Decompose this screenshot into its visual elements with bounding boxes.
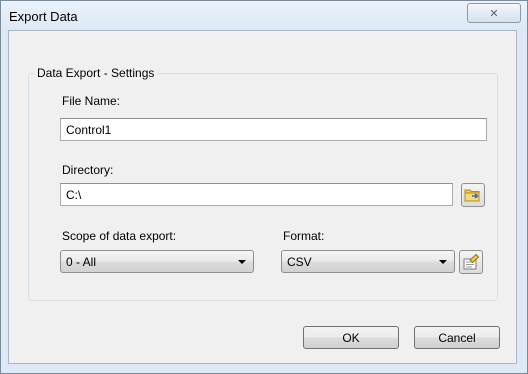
- format-settings-icon: [463, 253, 480, 270]
- close-icon: ✕: [489, 7, 499, 20]
- file-name-label: File Name:: [62, 94, 121, 108]
- settings-group-title: Data Export - Settings: [34, 66, 158, 80]
- window-title: Export Data: [9, 9, 78, 24]
- scope-label: Scope of data export:: [62, 229, 177, 243]
- title-bar: Export Data ✕: [1, 1, 527, 31]
- format-selected-value: CSV: [287, 254, 312, 269]
- close-button[interactable]: ✕: [467, 3, 521, 23]
- browse-directory-button[interactable]: [461, 183, 485, 207]
- chevron-down-icon: [238, 259, 246, 264]
- chevron-down-icon: [439, 259, 447, 264]
- format-select[interactable]: CSV: [281, 250, 455, 273]
- folder-browse-icon: [464, 189, 480, 202]
- cancel-button[interactable]: Cancel: [414, 326, 500, 349]
- format-label: Format:: [283, 229, 325, 243]
- format-options-button[interactable]: [459, 250, 483, 274]
- file-name-input[interactable]: [60, 118, 487, 141]
- scope-selected-value: 0 - All: [66, 254, 97, 269]
- directory-input[interactable]: [60, 183, 453, 206]
- scope-select[interactable]: 0 - All: [60, 250, 254, 273]
- directory-label: Directory:: [62, 163, 114, 177]
- ok-button[interactable]: OK: [303, 326, 399, 349]
